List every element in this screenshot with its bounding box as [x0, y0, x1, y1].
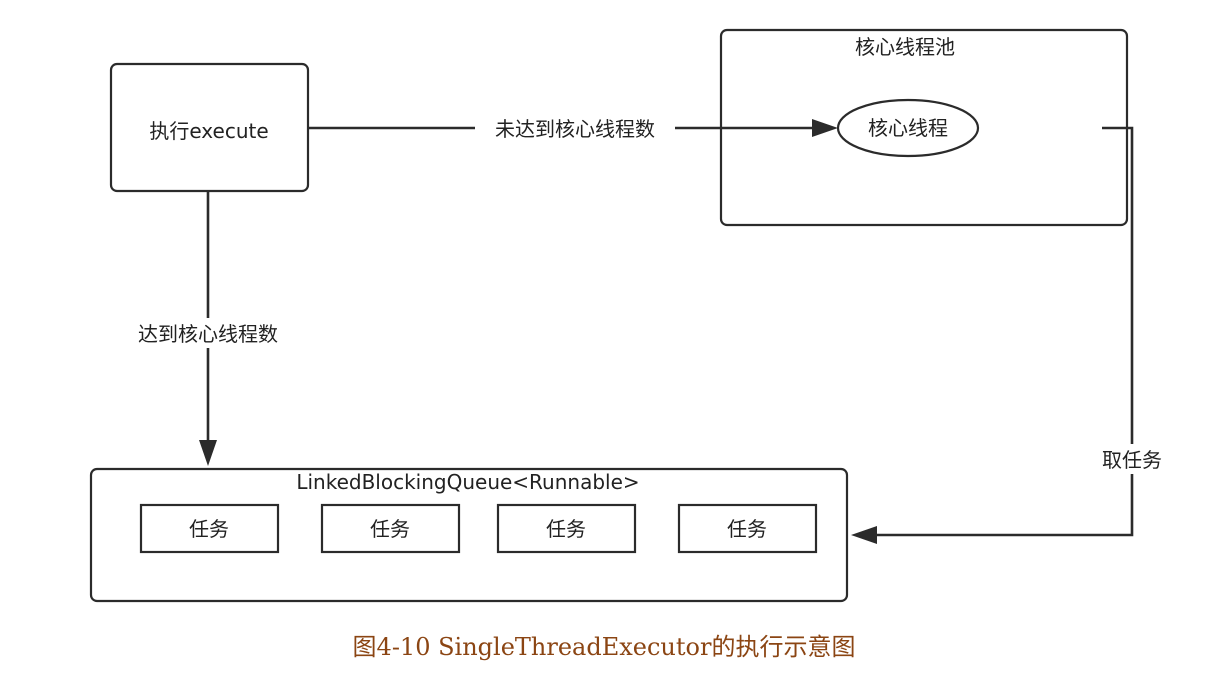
core-pool-title: 核心线程池 [855, 35, 955, 59]
take-task-arrowhead [851, 526, 877, 544]
take-task-label: 取任务 [1102, 448, 1162, 472]
queue-title: LinkedBlockingQueue<Runnable> [296, 470, 639, 494]
reached-arrowhead [199, 440, 217, 466]
core-thread-label: 核心线程 [868, 116, 948, 140]
figure-caption: 图4-10 SingleThreadExecutor的执行示意图 [352, 633, 856, 661]
task-label: 任务 [727, 517, 767, 541]
not-reached-label: 未达到核心线程数 [495, 117, 655, 141]
task-label: 任务 [370, 517, 410, 541]
task-label: 任务 [189, 517, 229, 541]
reached-label: 达到核心线程数 [138, 322, 278, 346]
executor-diagram: 执行execute 核心线程池 核心线程 未达到核心线程数 达到核心线程数 取任… [89, 28, 1174, 603]
task-label: 任务 [546, 517, 586, 541]
execute-box-label: 执行execute [149, 119, 268, 143]
